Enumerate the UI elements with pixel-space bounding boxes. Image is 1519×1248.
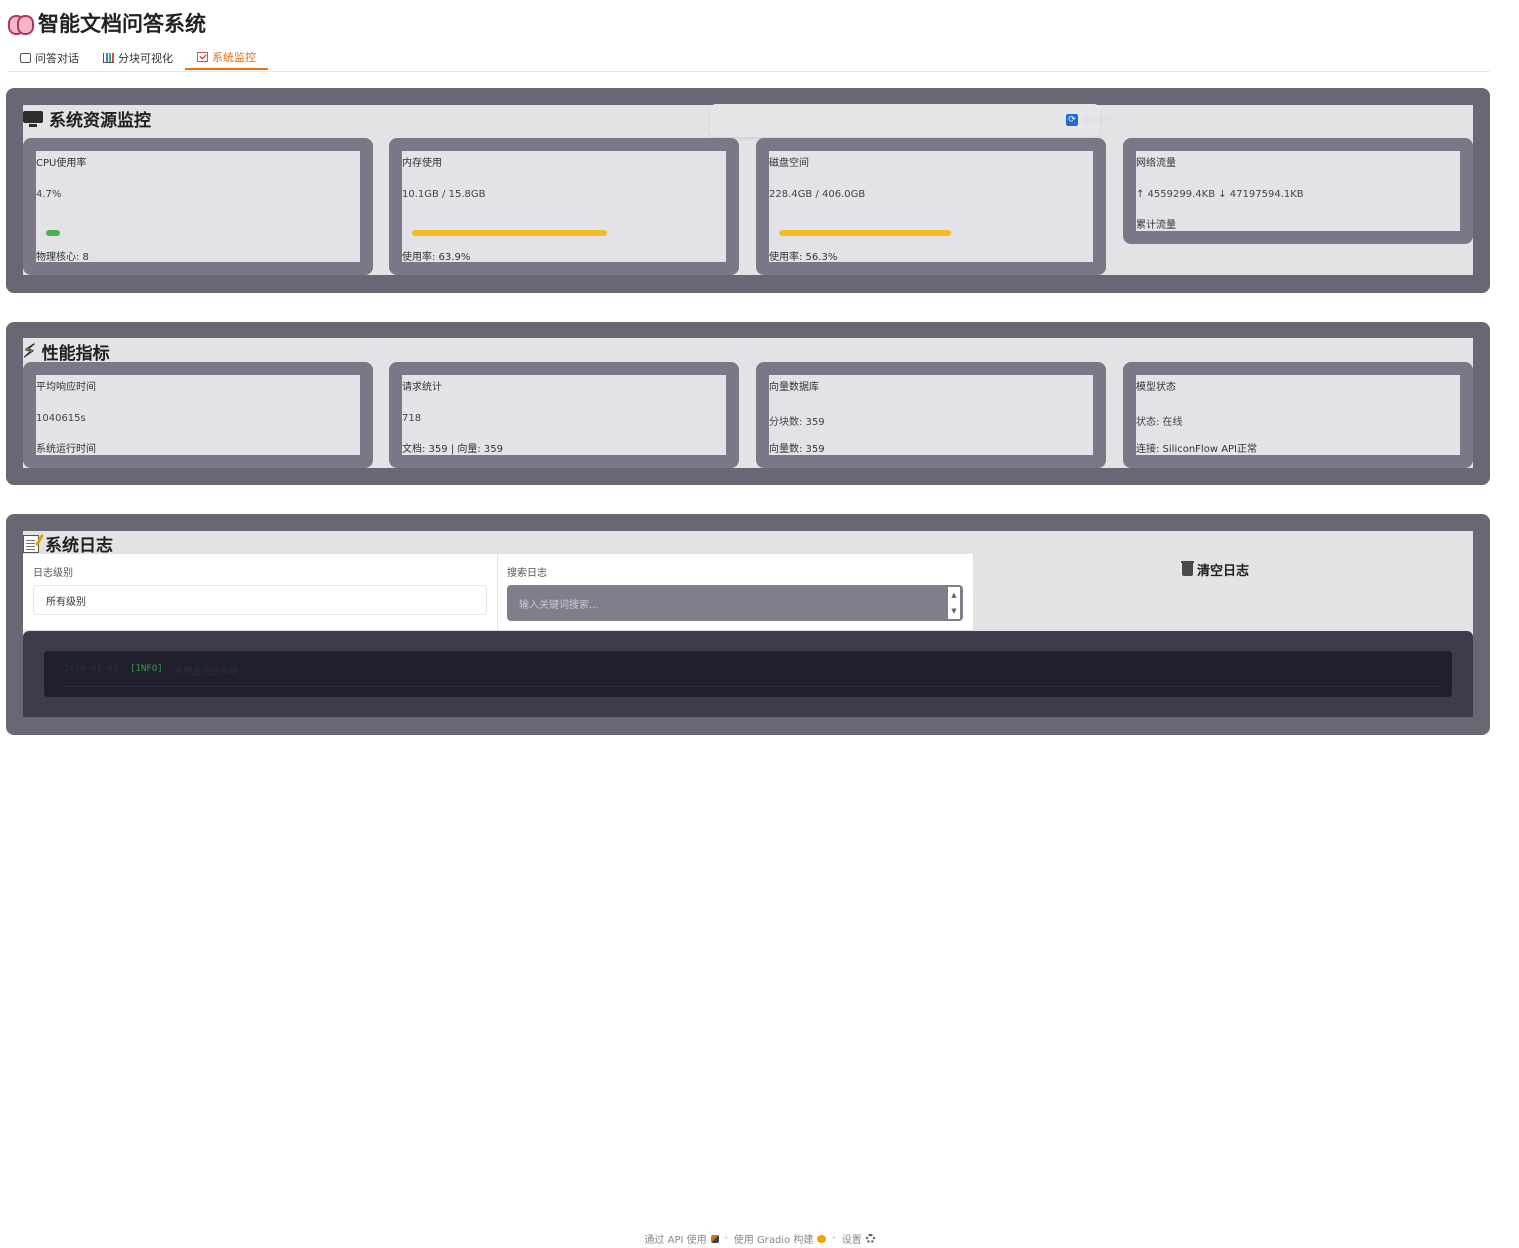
- model-status-label: 模型状态: [1136, 382, 1176, 393]
- tab-system-monitor[interactable]: 系统监控: [185, 46, 268, 70]
- latency-label: 平均响应时间: [36, 382, 96, 393]
- log-entry-message: 系统监控已启动: [174, 667, 238, 677]
- log-search-placeholder: 输入关键词搜索...: [519, 599, 599, 611]
- tab-chunk-visualization[interactable]: 分块可视化: [91, 46, 185, 70]
- requests-label: 请求统计: [402, 382, 442, 393]
- brain-icon: [8, 13, 34, 35]
- gradio-logo-icon: [817, 1234, 827, 1243]
- app-title: 智能文档问答系统: [8, 8, 206, 38]
- tab-monitor-label: 系统监控: [212, 51, 256, 64]
- log-level-select[interactable]: 所有级别: [33, 585, 487, 615]
- api-link[interactable]: 通过 API 使用: [644, 1231, 719, 1246]
- model-status-card: 模型状态 状态: 在线 连接: SiliconFlow API正常: [1123, 362, 1473, 468]
- network-label: 网络流量: [1136, 158, 1176, 169]
- search-log-label: 搜索日志: [507, 568, 547, 579]
- rocket-icon: [710, 1234, 719, 1243]
- cpu-cores: 物理核心: 8: [36, 252, 89, 263]
- tab-chunk-label: 分块可视化: [118, 52, 173, 65]
- chat-bubble-icon: [20, 53, 31, 63]
- network-card: 网络流量 ↑ 4559299.4KB ↓ 47197594.1KB 累计流量: [1123, 138, 1473, 244]
- lightning-icon: ⚡: [23, 341, 37, 363]
- footer-separator: ·: [724, 1233, 728, 1244]
- gear-icon: [865, 1234, 875, 1243]
- disk-value: 228.4GB / 406.0GB: [769, 189, 866, 200]
- gradio-link[interactable]: 使用 Gradio 构建: [734, 1231, 827, 1246]
- divider: [497, 554, 498, 630]
- vectordb-label: 向量数据库: [769, 382, 819, 393]
- vectordb-card: 向量数据库 分块数: 359 向量数: 359: [756, 362, 1106, 468]
- cpu-card: CPU使用率 4.7% 物理核心: 8: [23, 138, 373, 275]
- clear-log-button[interactable]: 清空日志: [1181, 560, 1249, 579]
- uptime-label: 系统运行时间: [36, 444, 96, 455]
- textarea-scrollbar[interactable]: ▲ ▼: [948, 587, 960, 619]
- system-log-section: 系统日志 日志级别 所有级别 搜索日志 输入关键词搜索... ▲ ▼ 2024-…: [6, 514, 1490, 735]
- trash-icon: [1181, 561, 1194, 576]
- monitor-icon: [23, 110, 43, 127]
- tab-bar: 问答对话 分块可视化 系统监控: [8, 46, 1490, 72]
- cpu-label: CPU使用率: [36, 158, 87, 169]
- footer-separator: ·: [832, 1233, 836, 1244]
- refresh-button[interactable]: ⟳ 刷新数据: [1066, 112, 1126, 128]
- model-connection: 连接: SiliconFlow API正常: [1136, 444, 1258, 455]
- disk-label: 磁盘空间: [769, 158, 809, 169]
- log-entry: 2024-01-01 [INFO] 系统监控已启动: [64, 664, 1442, 687]
- log-search-input[interactable]: 输入关键词搜索... ▲ ▼: [507, 585, 963, 621]
- log-panel: 2024-01-01 [INFO] 系统监控已启动: [23, 631, 1473, 717]
- vectordb-vectors: 向量数: 359: [769, 444, 825, 455]
- log-entry-time: 2024-01-01: [64, 664, 119, 674]
- log-entry-level: [INFO]: [130, 664, 163, 674]
- resource-section-title: 系统资源监控: [23, 106, 151, 131]
- memory-label: 内存使用: [402, 158, 442, 169]
- requests-card: 请求统计 718 文档: 359 | 向量: 359: [389, 362, 739, 468]
- log-level-label: 日志级别: [33, 568, 73, 579]
- refresh-strip: [710, 104, 1100, 137]
- memory-progress-bar: [412, 230, 607, 236]
- scroll-up-icon[interactable]: ▲: [951, 591, 956, 599]
- scroll-down-icon[interactable]: ▼: [951, 607, 956, 615]
- checklist-icon: [197, 52, 208, 62]
- cpu-progress-bar: [46, 230, 61, 236]
- app-title-text: 智能文档问答系统: [38, 12, 206, 36]
- latency-value: 1040615s: [36, 413, 86, 424]
- network-total-label: 累计流量: [1136, 220, 1176, 231]
- memory-usage-rate: 使用率: 63.9%: [402, 252, 471, 263]
- requests-breakdown: 文档: 359 | 向量: 359: [402, 444, 503, 455]
- disk-progress-bar: [779, 230, 951, 236]
- memo-icon: [23, 534, 39, 553]
- vectordb-chunks: 分块数: 359: [769, 417, 825, 428]
- log-controls: 日志级别 所有级别 搜索日志 输入关键词搜索... ▲ ▼: [23, 554, 973, 630]
- footer: 通过 API 使用 · 使用 Gradio 构建 · 设置: [0, 1231, 1519, 1246]
- cpu-value: 4.7%: [36, 189, 62, 200]
- memory-value: 10.1GB / 15.8GB: [402, 189, 486, 200]
- settings-link[interactable]: 设置: [842, 1231, 875, 1246]
- log-section-title: 系统日志: [23, 531, 113, 556]
- performance-section-title: ⚡ 性能指标: [23, 341, 110, 365]
- refresh-icon: ⟳: [1066, 114, 1078, 126]
- network-value: ↑ 4559299.4KB ↓ 47197594.1KB: [1136, 189, 1304, 200]
- tab-chat-label: 问答对话: [35, 52, 79, 65]
- tab-chat[interactable]: 问答对话: [8, 46, 91, 70]
- bar-chart-icon: [103, 53, 114, 63]
- disk-usage-rate: 使用率: 56.3%: [769, 252, 838, 263]
- log-output[interactable]: 2024-01-01 [INFO] 系统监控已启动: [44, 651, 1452, 697]
- disk-card: 磁盘空间 228.4GB / 406.0GB 使用率: 56.3%: [756, 138, 1106, 275]
- requests-value: 718: [402, 413, 422, 424]
- memory-card: 内存使用 10.1GB / 15.8GB 使用率: 63.9%: [389, 138, 739, 275]
- latency-card: 平均响应时间 1040615s 系统运行时间: [23, 362, 373, 468]
- model-status-value: 状态: 在线: [1136, 417, 1183, 428]
